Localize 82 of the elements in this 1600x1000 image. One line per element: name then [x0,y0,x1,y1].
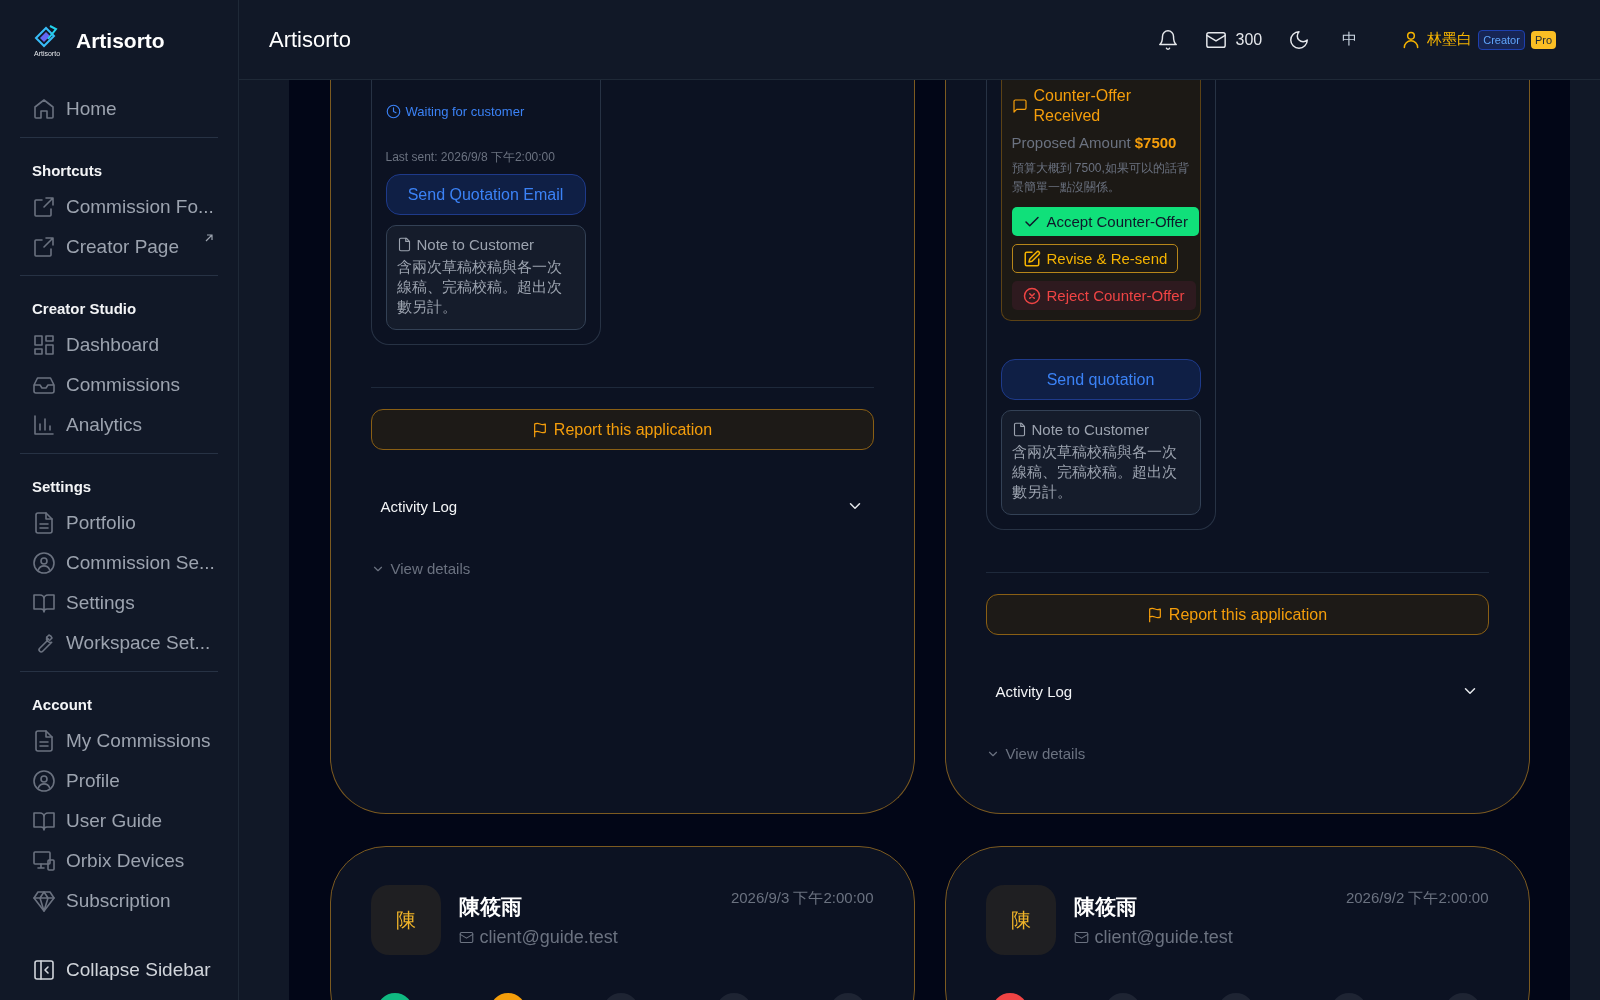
close-circle-icon [1022,286,1041,305]
document-icon [1011,422,1027,437]
activity-log-toggle[interactable]: Activity Log [985,671,1489,711]
sidebar-item[interactable]: Subscription [20,881,218,921]
home-icon [32,97,56,121]
counter-offer-message: 預算大概到 7500,如果可以的話背景簡單一點沒關係。 [1011,160,1190,196]
sidebar-item[interactable]: Commissions [20,365,218,405]
report-button[interactable]: Report this application [985,594,1489,635]
sidebar-item[interactable]: Profile [20,761,218,801]
note-title: Note to Customer [1031,421,1150,438]
client-name: 陳筱雨 [458,894,523,920]
document-icon [32,511,56,535]
revise-button[interactable]: Revise & Re-send [1011,244,1179,273]
avatar: 陳 [985,885,1056,955]
client-name: 陳筱雨 [1073,894,1138,920]
note-title: Note to Customer [416,236,535,253]
note-text: 含兩次草稿校稿與各一次線稿、完稿校稿。超出次數另計。 [1011,442,1178,502]
section-title: Creator Studio [31,300,138,317]
view-details-link[interactable]: View details [985,745,1086,762]
mail-icon [458,930,474,945]
counter-offer-title: Counter-Offer Received [1033,86,1133,126]
clock-icon [385,104,401,119]
external-link-icon [32,235,56,259]
activity-log-toggle[interactable]: Activity Log [370,486,874,526]
send-quotation-button[interactable]: Send Quotation Email [385,174,586,215]
notification-bell-icon[interactable] [1157,28,1180,51]
avatar: 陳 [370,885,441,955]
accept-button[interactable]: Accept Counter-Offer [1011,207,1199,236]
document-icon [396,237,412,252]
sidebar-item[interactable]: Commission Se... [20,543,218,583]
user-circle-icon [32,551,56,575]
report-button[interactable]: Report this application [370,409,874,450]
client-email: client@guide.test [1094,927,1233,948]
sidebar-item[interactable]: Workspace Set... [20,623,218,663]
sidebar-item[interactable]: Portfolio [20,503,218,543]
note-text: 含兩次草稿校稿與各一次線稿、完稿校稿。超出次數另計。 [396,257,563,317]
sidebar-item[interactable]: User Guide [20,801,218,841]
book-icon [32,591,56,615]
external-mark-icon [204,233,214,243]
reject-button[interactable]: Reject Counter-Offer [1011,281,1196,310]
quotation-status: Waiting for customer [405,104,525,119]
sidebar-item[interactable]: Creator Page [20,227,218,267]
flag-icon [531,421,548,438]
flag-icon [1146,606,1163,623]
sidebar-item[interactable]: Commission Fo... [20,187,218,227]
page-title: Artisorto [269,26,351,53]
section-title: Settings [31,478,93,495]
book-icon [32,809,56,833]
application-date: 2026/9/2 下午2:00:00 [1345,889,1489,908]
proposed-amount: Proposed Amount $7500 [1011,134,1178,151]
devices-icon [32,849,56,873]
user-badge: Pro [1530,30,1556,49]
dashboard-icon [32,333,56,357]
sidebar-item[interactable]: My Commissions [20,721,218,761]
sidebar-item[interactable]: Orbix Devices [20,841,218,881]
mail-button[interactable]: 300 [1205,28,1263,51]
document-icon [32,729,56,753]
view-details-link[interactable]: View details [370,560,471,577]
client-email: client@guide.test [479,927,618,948]
user-badge: Creator [1478,29,1525,50]
mail-icon [1073,930,1089,945]
external-link-icon [32,195,56,219]
message-icon [1011,98,1028,114]
sidebar-item[interactable]: Home [20,89,218,129]
sidebar-item[interactable]: Settings [20,583,218,623]
application-date: 2026/9/3 下午2:00:00 [730,889,874,908]
collapse-icon [32,958,56,982]
sidebar-item[interactable]: Dashboard [20,325,218,365]
last-sent-text: Last sent: 2026/9/8 下午2:00:00 [385,149,556,166]
section-title: Account [31,696,93,713]
brand-name: Artisorto [76,28,165,53]
language-toggle[interactable]: 中 [1342,30,1358,49]
user-menu[interactable]: 林墨白 Creator Pro [1401,29,1556,50]
edit-icon [1022,249,1041,268]
bar-chart-icon [32,413,56,437]
diamond-icon [32,889,56,913]
collapse-sidebar-button[interactable]: Collapse Sidebar [20,958,218,982]
user-circle-icon [32,769,56,793]
dark-mode-icon[interactable] [1288,28,1311,51]
section-title: Shortcuts [31,162,103,179]
send-quotation-button[interactable]: Send quotation [1000,359,1201,400]
sidebar-item[interactable]: Analytics [20,405,218,445]
